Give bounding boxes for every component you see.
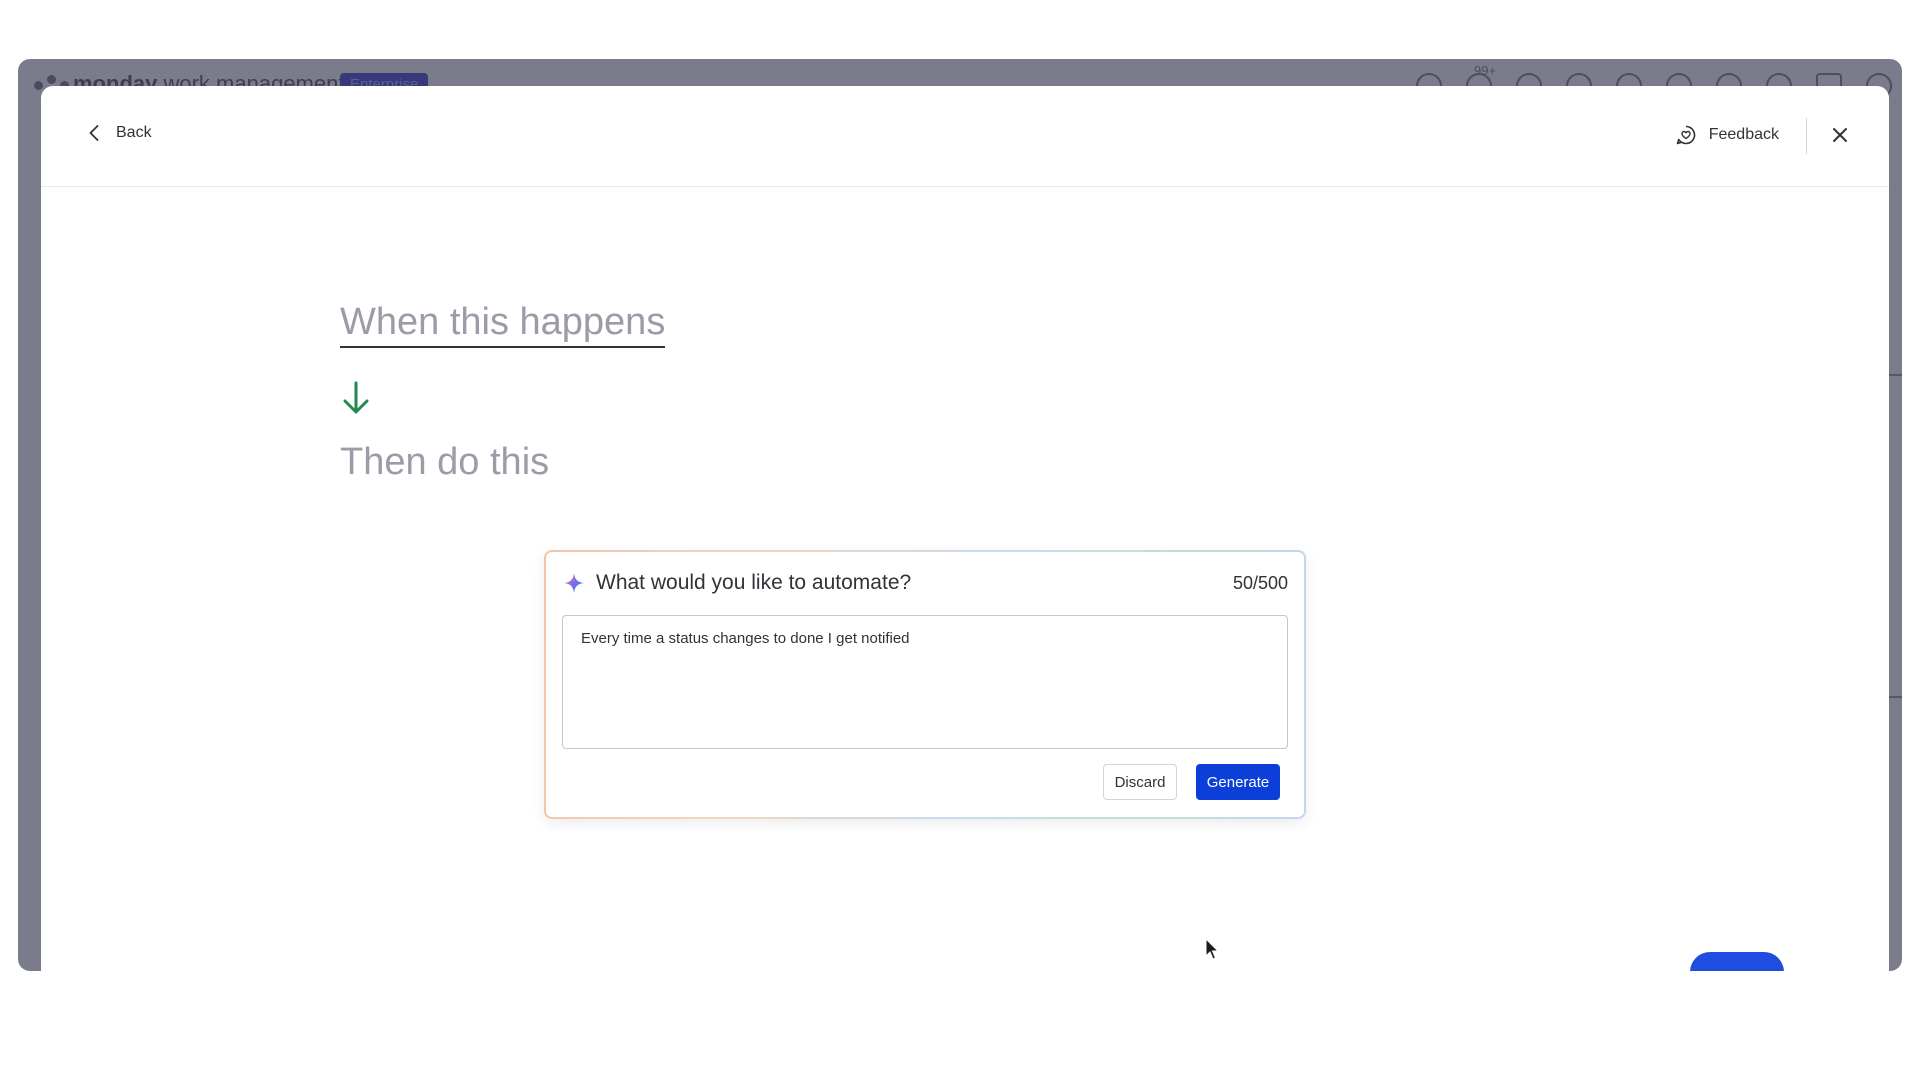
notification-count: 99+ [1474, 63, 1497, 78]
close-icon[interactable] [1829, 124, 1851, 146]
feedback-button[interactable]: Feedback [1675, 124, 1779, 146]
background-divider [1888, 696, 1902, 698]
arrow-down-icon [343, 381, 369, 414]
mouse-cursor-icon [1205, 938, 1220, 960]
character-counter: 50/500 [1232, 573, 1288, 593]
ai-prompt-question: What would you like to automate? [596, 571, 912, 594]
screen-bottom-area [0, 971, 1920, 1080]
automation-builder-modal: Back Feedback When this happens Then do … [41, 86, 1889, 971]
feedback-label: Feedback [1708, 126, 1779, 143]
generate-button[interactable]: Generate [1196, 764, 1280, 800]
ai-prompt-card: What would you like to automate? 50/500 … [546, 552, 1304, 817]
chevron-left-icon [89, 125, 99, 141]
action-placeholder[interactable]: Then do this [340, 441, 549, 484]
trigger-placeholder[interactable]: When this happens [340, 301, 666, 348]
back-button[interactable]: Back [86, 124, 152, 142]
automation-prompt-input[interactable] [562, 615, 1288, 749]
header-divider [1806, 118, 1807, 154]
back-label: Back [116, 124, 152, 141]
discard-button[interactable]: Discard [1103, 764, 1177, 800]
sparkle-icon [564, 573, 584, 593]
feedback-bubble-icon [1676, 125, 1696, 145]
background-divider [1888, 374, 1902, 376]
modal-header: Back Feedback [41, 86, 1889, 187]
ai-prompt-card-border: What would you like to automate? 50/500 … [544, 550, 1306, 819]
